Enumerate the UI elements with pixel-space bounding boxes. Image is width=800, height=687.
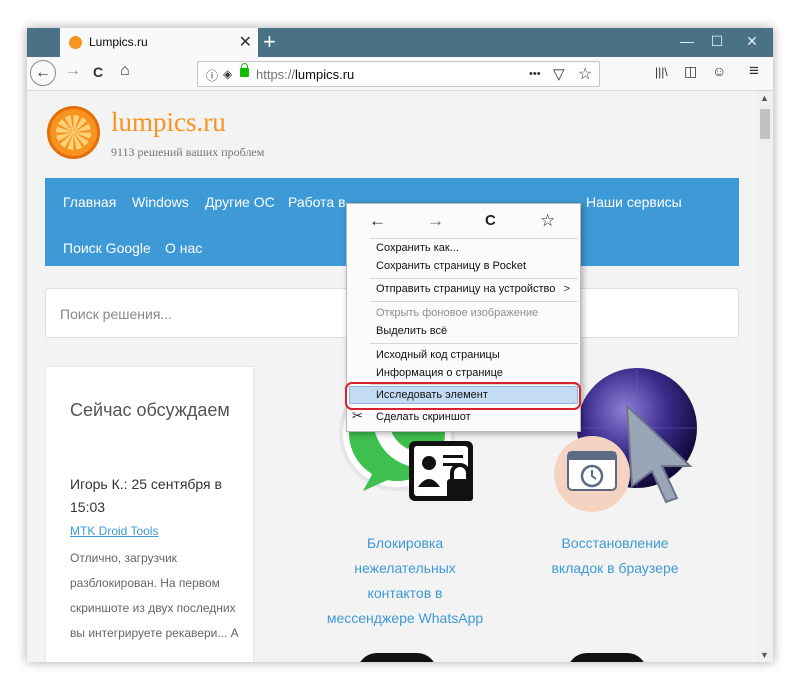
- comment-text: Отлично, загрузчик разблокирован. На пер…: [70, 551, 239, 640]
- menu-item-google-search[interactable]: Поиск Google: [63, 240, 151, 256]
- menu-item-services[interactable]: Наши сервисы: [586, 194, 682, 210]
- info-icon[interactable]: ⓘ: [206, 67, 218, 84]
- ctx-take-screenshot[interactable]: Сделать скриншот: [376, 411, 471, 423]
- minimize-button[interactable]: —: [677, 33, 697, 49]
- ctx-separator: [370, 301, 578, 302]
- scroll-up-icon[interactable]: ▲: [760, 93, 769, 103]
- site-title[interactable]: lumpics.ru: [111, 107, 226, 138]
- tab-close-icon[interactable]: ✕: [239, 32, 252, 52]
- ctx-forward-button[interactable]: →: [427, 211, 444, 231]
- forward-button[interactable]: →: [65, 62, 81, 80]
- ctx-view-source[interactable]: Исходный код страницы: [376, 349, 500, 361]
- ctx-select-all[interactable]: Выделить всё: [376, 325, 447, 337]
- menu-item-home[interactable]: Главная: [63, 194, 116, 210]
- menu-item-about[interactable]: О нас: [165, 240, 202, 256]
- page-content: lumpics.ru 9113 решений ваших проблем Гл…: [27, 91, 757, 662]
- home-button[interactable]: ⌂: [120, 62, 130, 80]
- lock-icon[interactable]: [240, 63, 249, 77]
- url-bar[interactable]: ⓘ ◈ https://lumpics.ru ••• ▽ ☆: [197, 61, 600, 87]
- tracking-shield-icon[interactable]: ◈: [223, 67, 232, 81]
- reload-button[interactable]: C: [93, 64, 103, 80]
- title-bar: Lumpics.ru ✕ + — ☐ ✕: [27, 28, 773, 57]
- back-button[interactable]: ←: [30, 60, 56, 86]
- ctx-save-to-pocket[interactable]: Сохранить страницу в Pocket: [376, 260, 526, 272]
- bookmark-star-icon[interactable]: ☆: [578, 64, 592, 84]
- next-card-image-2[interactable]: [567, 653, 647, 662]
- menu-item-windows[interactable]: Windows: [132, 194, 189, 210]
- ctx-send-to-device[interactable]: Отправить страницу на устройство: [376, 283, 555, 295]
- maximize-button[interactable]: ☐: [707, 33, 727, 50]
- url-text[interactable]: https://lumpics.ru: [256, 67, 354, 82]
- pocket-icon[interactable]: ▽: [553, 65, 565, 83]
- highlight-ring: [345, 382, 581, 410]
- submenu-arrow-icon: >: [563, 283, 570, 295]
- new-tab-button[interactable]: +: [263, 29, 276, 55]
- discussion-sidebar: Сейчас обсуждаем Игорь К.: 25 сентября в…: [45, 366, 254, 662]
- menu-item-other-os[interactable]: Другие ОС: [205, 194, 275, 210]
- ctx-reload-button[interactable]: C: [485, 212, 496, 229]
- comment-post-link[interactable]: MTK Droid Tools: [70, 524, 158, 538]
- comment-author: Игорь К.: 25 сентября в 15:03: [70, 476, 222, 515]
- close-window-button[interactable]: ✕: [742, 33, 762, 50]
- scissors-icon: ✂: [352, 408, 363, 423]
- navigation-toolbar: ← → C ⌂ ⓘ ◈ https://lumpics.ru ••• ▽ ☆ |…: [27, 57, 773, 91]
- ctx-separator: [370, 343, 578, 344]
- tab-title: Lumpics.ru: [89, 35, 148, 49]
- next-card-image[interactable]: [357, 653, 437, 662]
- menu-item-work[interactable]: Работа в: [288, 194, 346, 210]
- ctx-separator: [370, 238, 578, 239]
- ctx-separator: [370, 278, 578, 279]
- page-actions-icon[interactable]: •••: [529, 68, 541, 80]
- sidebar-icon[interactable]: ◫: [684, 63, 697, 80]
- tab-lumpics[interactable]: Lumpics.ru ✕: [60, 28, 258, 57]
- article-title-whatsapp[interactable]: Блокировка нежелательных контактов в мес…: [325, 531, 485, 631]
- scroll-down-icon[interactable]: ▼: [760, 650, 769, 660]
- ctx-back-button[interactable]: ←: [369, 211, 386, 231]
- scrollbar-thumb[interactable]: [760, 109, 770, 139]
- search-placeholder: Поиск решения...: [60, 306, 173, 322]
- ctx-page-info[interactable]: Информация о странице: [376, 367, 503, 379]
- ctx-bookmark-button[interactable]: ☆: [540, 211, 555, 231]
- ctx-save-as[interactable]: Сохранить как...: [376, 242, 459, 254]
- hamburger-menu-icon[interactable]: ≡: [749, 61, 759, 81]
- account-icon[interactable]: ☺: [712, 63, 726, 79]
- site-subtitle: 9113 решений ваших проблем: [111, 145, 265, 159]
- ctx-open-background: Открыть фоновое изображение: [376, 307, 539, 319]
- vertical-scrollbar[interactable]: ▲ ▼: [757, 91, 773, 662]
- library-icon[interactable]: |||\: [655, 65, 668, 79]
- favicon-icon: [69, 36, 82, 49]
- article-title-browser[interactable]: Восстановление вкладок в браузере: [535, 531, 695, 581]
- orange-logo-icon[interactable]: [47, 106, 100, 159]
- browser-window: Lumpics.ru ✕ + — ☐ ✕ ← → C ⌂ ⓘ ◈ https:/…: [27, 28, 773, 662]
- sidebar-heading: Сейчас обсуждаем: [70, 400, 230, 420]
